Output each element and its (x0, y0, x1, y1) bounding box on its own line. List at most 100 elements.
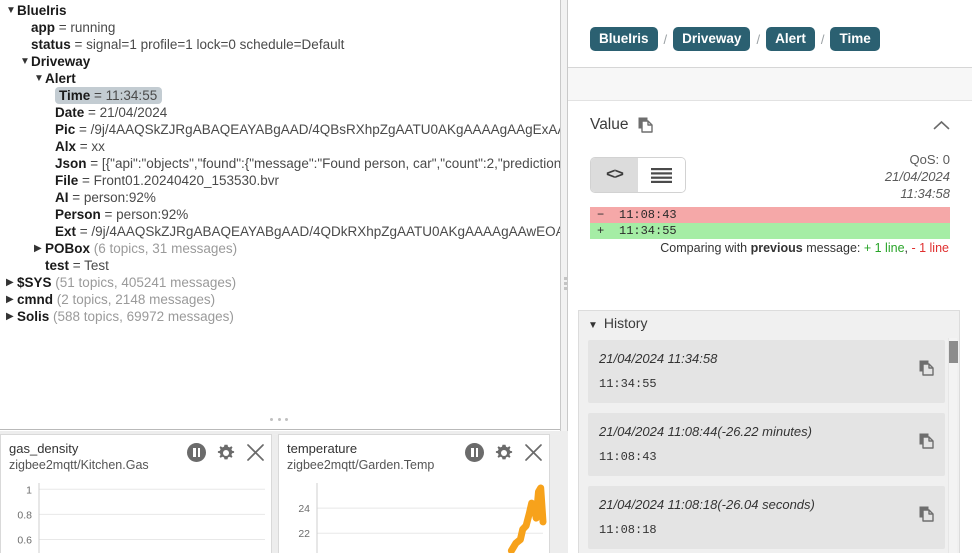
tree-row[interactable]: File = Front01.20240420_153530.bvr (0, 172, 560, 189)
tree-row[interactable]: ▶ Solis (588 topics, 69972 messages) (0, 308, 560, 325)
diff-added-text: 11:34:55 (619, 224, 677, 238)
tree-row[interactable]: test = Test (0, 257, 560, 274)
tree-row-separator: = (76, 139, 92, 154)
tree-row[interactable]: ▶ POBox (6 topics, 31 messages) (0, 240, 560, 257)
gear-icon[interactable] (495, 444, 513, 462)
tree-row-value: 11:34:55 (105, 88, 158, 103)
history-item-date: 21/04/2024 11:34:58 (599, 351, 718, 366)
tree-row[interactable]: Date = 21/04/2024 (0, 104, 560, 121)
value-collapse-chevron-up-icon[interactable] (933, 119, 950, 134)
tree-row-key: Ext (55, 224, 77, 239)
breadcrumb: BlueIris / Driveway / Alert / Time (590, 27, 880, 51)
close-icon[interactable] (246, 443, 265, 462)
toggle-raw-view[interactable] (638, 158, 685, 192)
close-icon[interactable] (524, 443, 543, 462)
chart-card: gas_density zigbee2mqtt/Kitchen.Gas 1 0.8 0.… (0, 434, 272, 553)
history-item[interactable]: 21/04/2024 11:08:44(-26.22 minutes) 11:08… (588, 413, 945, 476)
breadcrumb-separator: / (663, 31, 668, 47)
copy-icon[interactable] (919, 360, 934, 379)
breadcrumb-separator: / (756, 31, 761, 47)
tree-row-meta: (6 topics, 31 messages) (93, 241, 238, 256)
tree-row[interactable]: app = running (0, 19, 560, 36)
tree-row-key: Time (59, 88, 91, 103)
tree-row-key: Alx (55, 139, 77, 154)
tree-caret-icon[interactable]: ▶ (6, 274, 17, 291)
history-item[interactable]: 21/04/2024 11:08:18(-26.04 seconds) 11:08… (588, 486, 945, 549)
tree-row[interactable]: Ext = /9j/4AAQSkZJRgABAQEAYABgAAD/4QDkRX… (0, 223, 560, 240)
diff-summary-mid: message: (802, 241, 864, 255)
diff-summary-added: + 1 line (863, 241, 905, 255)
chart-actions (465, 443, 543, 462)
tree-row[interactable]: Json = [{"api":"objects","found":{"messa… (0, 155, 560, 172)
tree-row[interactable]: Pic = /9j/4AAQSkZJRgABAQEAYABgAAD/4QBsRX… (0, 121, 560, 138)
tree-row-key: Date (55, 105, 85, 120)
history-scrollbar-thumb[interactable] (949, 341, 958, 363)
breadcrumb-item-blueiris[interactable]: BlueIris (590, 27, 658, 51)
history-scrollbar[interactable] (948, 338, 958, 553)
tree-row-separator: = (100, 207, 117, 222)
tree-caret-icon[interactable]: ▼ (6, 2, 17, 19)
tree-row-meta: (588 topics, 69972 messages) (53, 309, 234, 324)
svg-text:0.6: 0.6 (17, 535, 32, 547)
tree-row[interactable]: Person = person:92% (0, 206, 560, 223)
value-body: <> QoS: 0 21/04/2024 11:34:58 − 11:08:43… (590, 149, 950, 255)
tree-row[interactable]: ▶ cmnd (2 topics, 2148 messages) (0, 291, 560, 308)
topic-tree[interactable]: ▼BlueIris app = running status = signal=1 … (0, 0, 560, 412)
tree-row-key: Driveway (31, 54, 91, 69)
vertical-splitter[interactable] (560, 0, 568, 431)
tree-row[interactable]: ▶ $SYS (51 topics, 405241 messages) (0, 274, 560, 291)
tree-row-separator: = (90, 88, 106, 103)
history-item-date: 21/04/2024 11:08:44(-26.22 minutes) (599, 424, 812, 439)
tree-row[interactable]: AI = person:92% (0, 189, 560, 206)
tree-row-key: $SYS (17, 275, 52, 290)
diff-summary-prefix: Comparing with (660, 241, 751, 255)
tree-row[interactable]: ▼Driveway (0, 53, 560, 70)
tree-caret-icon[interactable]: ▼ (20, 53, 31, 70)
tree-row-key: test (45, 258, 70, 273)
breadcrumb-item-time[interactable]: Time (830, 27, 880, 51)
diff-summary-bold: previous (750, 241, 803, 255)
pause-icon[interactable] (465, 443, 484, 462)
history-item-value: 11:34:55 (599, 377, 657, 391)
tree-row[interactable]: ▼Alert (0, 70, 560, 87)
tree-caret-icon[interactable]: ▶ (34, 240, 45, 257)
tree-row-value: person:92% (83, 190, 156, 205)
tree-row[interactable]: Time = 11:34:55 (0, 87, 560, 104)
history-header[interactable]: ▼ History (579, 311, 959, 336)
copy-icon[interactable] (919, 433, 934, 452)
tree-caret-icon[interactable]: ▶ (6, 308, 17, 325)
history-item-value: 11:08:18 (599, 523, 657, 537)
copy-icon[interactable] (638, 117, 653, 133)
diff-removed-sign: − (597, 208, 605, 222)
tree-row[interactable]: ▼BlueIris (0, 2, 560, 19)
tree-row-separator: = (70, 37, 87, 52)
gear-icon[interactable] (217, 444, 235, 462)
history-section: ▼ History 21/04/2024 11:34:58 11:34:55 21/0… (578, 310, 960, 553)
tree-row[interactable]: Alx = xx (0, 138, 560, 155)
charts-row: gas_density zigbee2mqtt/Kitchen.Gas 1 0.8 0.… (0, 431, 560, 553)
chart-header: gas_density zigbee2mqtt/Kitchen.Gas (1, 435, 271, 475)
history-item[interactable]: 21/04/2024 11:34:58 11:34:55 (588, 340, 945, 403)
tree-row-key: BlueIris (17, 3, 67, 18)
sub-toolbar (568, 68, 972, 101)
tree-caret-icon[interactable]: ▼ (34, 70, 45, 87)
breadcrumb-item-alert[interactable]: Alert (766, 27, 815, 51)
tree-row-separator: = (75, 122, 91, 137)
tree-row-value: Test (84, 258, 109, 273)
view-toggle-group[interactable]: <> (590, 157, 686, 193)
svg-text:24: 24 (298, 503, 310, 515)
tree-row-key: Pic (55, 122, 76, 137)
tree-caret-icon[interactable]: ▶ (6, 291, 17, 308)
pause-icon[interactable] (187, 443, 206, 462)
copy-icon[interactable] (919, 506, 934, 525)
breadcrumb-item-driveway[interactable]: Driveway (673, 27, 751, 51)
value-diff: −11:08:43 +11:34:55 Comparing with previ… (590, 207, 950, 255)
tree-row[interactable]: status = signal=1 profile=1 lock=0 sched… (0, 36, 560, 53)
tree-row-key: cmnd (17, 292, 54, 307)
horizontal-splitter[interactable] (0, 412, 560, 430)
tree-row-highlight: Time = 11:34:55 (55, 87, 163, 104)
history-caret-down-icon: ▼ (588, 320, 598, 331)
tree-row-value: Front01.20240420_153530.bvr (93, 173, 280, 188)
toggle-code-view[interactable]: <> (591, 158, 638, 192)
vertical-splitter-lower (560, 431, 568, 553)
